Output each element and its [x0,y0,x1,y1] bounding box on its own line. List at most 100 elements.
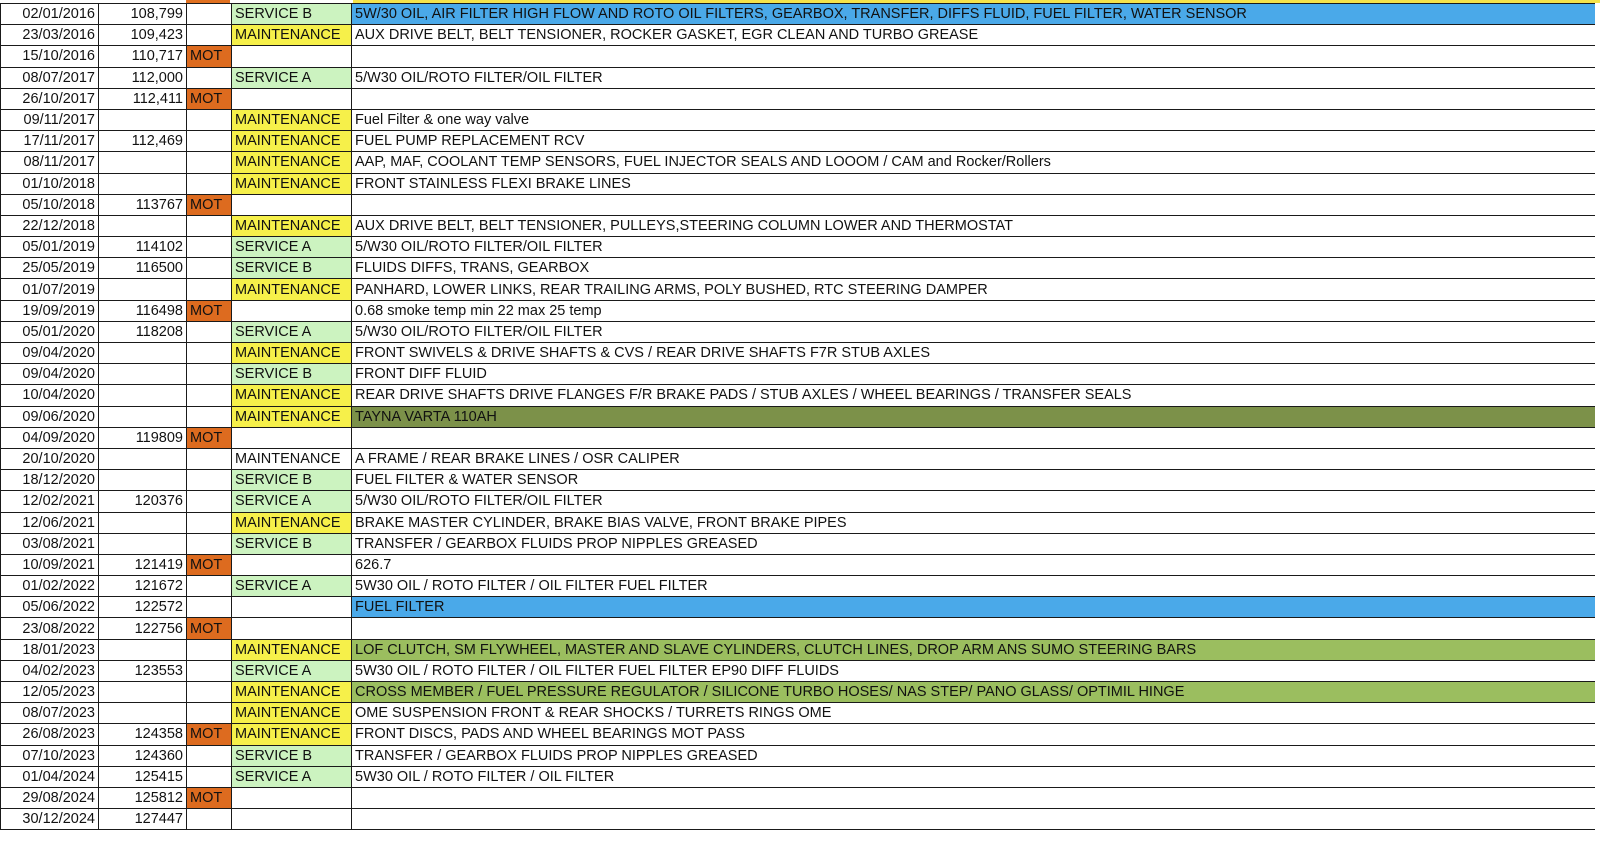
date-cell[interactable]: 08/07/2017 [0,66,99,89]
service-type-cell[interactable]: MAINTENANCE [231,24,352,47]
mot-cell[interactable] [186,680,232,704]
service-type-cell[interactable]: SERVICE A [231,66,352,89]
date-cell[interactable]: 12/06/2021 [0,511,99,534]
description-cell[interactable]: FUEL FILTER & WATER SENSOR [351,469,1595,492]
date-cell[interactable]: 17/11/2017 [0,130,99,153]
mileage-cell[interactable]: 112,469 [98,130,187,153]
description-cell[interactable]: 5W30 OIL / ROTO FILTER / OIL FILTER [351,765,1595,788]
mot-cell[interactable] [186,447,232,471]
mileage-cell[interactable] [98,172,187,195]
mot-cell[interactable] [186,469,232,492]
description-cell[interactable]: PANHARD, LOWER LINKS, REAR TRAILING ARMS… [351,278,1595,301]
mot-cell[interactable] [186,214,232,238]
description-cell[interactable]: 5W/30 OIL, AIR FILTER HIGH FLOW AND ROTO… [351,2,1595,26]
date-cell[interactable]: 20/10/2020 [0,447,99,471]
mot-cell[interactable]: MOT [186,426,232,449]
service-type-cell[interactable]: MAINTENANCE [231,341,352,365]
service-type-cell[interactable]: MAINTENANCE [231,405,352,428]
description-cell[interactable]: 5/W30 OIL/ROTO FILTER/OIL FILTER [351,236,1595,259]
description-cell[interactable]: FUEL PUMP REPLACEMENT RCV [351,130,1595,153]
mileage-cell[interactable]: 109,423 [98,24,187,47]
date-cell[interactable]: 05/06/2022 [0,596,99,619]
table-row[interactable]: 15/10/2016 110,717 MOT [0,45,1595,68]
service-type-cell[interactable]: SERVICE A [231,236,352,259]
description-cell[interactable]: Fuel Filter & one way valve [351,108,1595,132]
date-cell[interactable]: 08/07/2023 [0,702,99,725]
mot-cell[interactable]: MOT [186,299,232,322]
description-cell[interactable]: TRANSFER / GEARBOX FLUIDS PROP NIPPLES G… [351,744,1595,767]
mot-cell[interactable] [186,278,232,301]
service-type-cell[interactable]: MAINTENANCE [231,172,352,195]
mileage-cell[interactable]: 121419 [98,553,187,577]
service-type-cell[interactable]: SERVICE B [231,363,352,386]
date-cell[interactable]: 12/02/2021 [0,490,99,513]
date-cell[interactable]: 10/09/2021 [0,553,99,577]
mot-cell[interactable] [186,490,232,513]
date-cell[interactable]: 22/12/2018 [0,214,99,238]
date-cell[interactable]: 04/02/2023 [0,659,99,683]
mot-cell[interactable] [186,405,232,428]
description-cell[interactable]: 626.7 [351,553,1595,577]
mileage-cell[interactable]: 120376 [98,490,187,513]
date-cell[interactable]: 02/01/2016 [0,2,99,26]
mileage-cell[interactable] [98,151,187,174]
description-cell[interactable]: FRONT STAINLESS FLEXI BRAKE LINES [351,172,1595,195]
mileage-cell[interactable]: 112,411 [98,87,187,110]
service-type-cell[interactable]: MAINTENANCE [231,702,352,725]
mileage-cell[interactable]: 123553 [98,659,187,683]
mot-cell[interactable] [186,341,232,365]
mot-cell[interactable] [186,384,232,407]
description-cell[interactable] [351,45,1595,68]
table-row[interactable]: 10/09/2021 121419 MOT 626.7 [0,553,1595,577]
mot-cell[interactable] [186,744,232,767]
description-cell[interactable]: TAYNA VARTA 110AH [351,405,1595,428]
description-cell[interactable]: LOF CLUTCH, SM FLYWHEEL, MASTER AND SLAV… [351,638,1595,661]
mot-cell[interactable] [186,151,232,174]
description-cell[interactable]: FRONT DIFF FLUID [351,363,1595,386]
date-cell[interactable]: 07/10/2023 [0,744,99,767]
table-row[interactable]: 12/05/2023 MAINTENANCE CROSS MEMBER / FUEL… [0,680,1595,704]
service-type-cell[interactable]: SERVICE A [231,659,352,683]
description-cell[interactable]: FUEL FILTER [351,596,1595,619]
service-type-cell[interactable]: MAINTENANCE [231,680,352,704]
table-row[interactable]: 09/04/2020 SERVICE B FRONT DIFF FLUID [0,363,1595,386]
table-row[interactable]: 30/12/2024 127447 [0,808,1595,831]
table-row[interactable]: 20/10/2020 MAINTENANCE A FRAME / REAR BRAK… [0,447,1595,471]
service-type-cell[interactable]: MAINTENANCE [231,278,352,301]
mot-cell[interactable] [186,320,232,344]
mot-cell[interactable] [186,702,232,725]
date-cell[interactable]: 23/03/2016 [0,24,99,47]
date-cell[interactable]: 30/12/2024 [0,808,99,831]
description-cell[interactable]: OME SUSPENSION FRONT & REAR SHOCKS / TUR… [351,702,1595,725]
mot-cell[interactable]: MOT [186,87,232,110]
service-type-cell[interactable] [231,426,352,449]
date-cell[interactable]: 23/08/2022 [0,617,99,640]
description-cell[interactable]: 0.68 smoke temp min 22 max 25 temp [351,299,1595,322]
date-cell[interactable]: 18/12/2020 [0,469,99,492]
date-cell[interactable]: 05/01/2020 [0,320,99,344]
mileage-cell[interactable]: 116500 [98,257,187,280]
service-type-cell[interactable]: MAINTENANCE [231,384,352,407]
date-cell[interactable]: 04/09/2020 [0,426,99,449]
mot-cell[interactable] [186,596,232,619]
table-row[interactable]: 05/10/2018 113767 MOT [0,193,1595,216]
mot-cell[interactable]: MOT [186,617,232,640]
table-row[interactable]: 05/01/2020 118208 SERVICE A 5/W30 OIL/ROTO … [0,320,1595,344]
mileage-cell[interactable]: 116498 [98,299,187,322]
service-type-cell[interactable]: MAINTENANCE [231,723,352,746]
description-cell[interactable]: 5W30 OIL / ROTO FILTER / OIL FILTER FUEL… [351,659,1595,683]
mot-cell[interactable] [186,236,232,259]
mot-cell[interactable] [186,66,232,89]
date-cell[interactable]: 12/05/2023 [0,680,99,704]
description-cell[interactable] [351,87,1595,110]
description-cell[interactable]: AAP, MAF, COOLANT TEMP SENSORS, FUEL INJ… [351,151,1595,174]
service-type-cell[interactable]: MAINTENANCE [231,108,352,132]
service-type-cell[interactable] [231,553,352,577]
description-cell[interactable]: TRANSFER / GEARBOX FLUIDS PROP NIPPLES G… [351,532,1595,555]
table-row[interactable]: 23/03/2016 109,423 MAINTENANCE AUX DRIVE BE… [0,24,1595,47]
description-cell[interactable]: AUX DRIVE BELT, BELT TENSIONER, ROCKER G… [351,24,1595,47]
mot-cell[interactable] [186,130,232,153]
mileage-cell[interactable]: 112,000 [98,66,187,89]
description-cell[interactable] [351,617,1595,640]
mileage-cell[interactable] [98,214,187,238]
